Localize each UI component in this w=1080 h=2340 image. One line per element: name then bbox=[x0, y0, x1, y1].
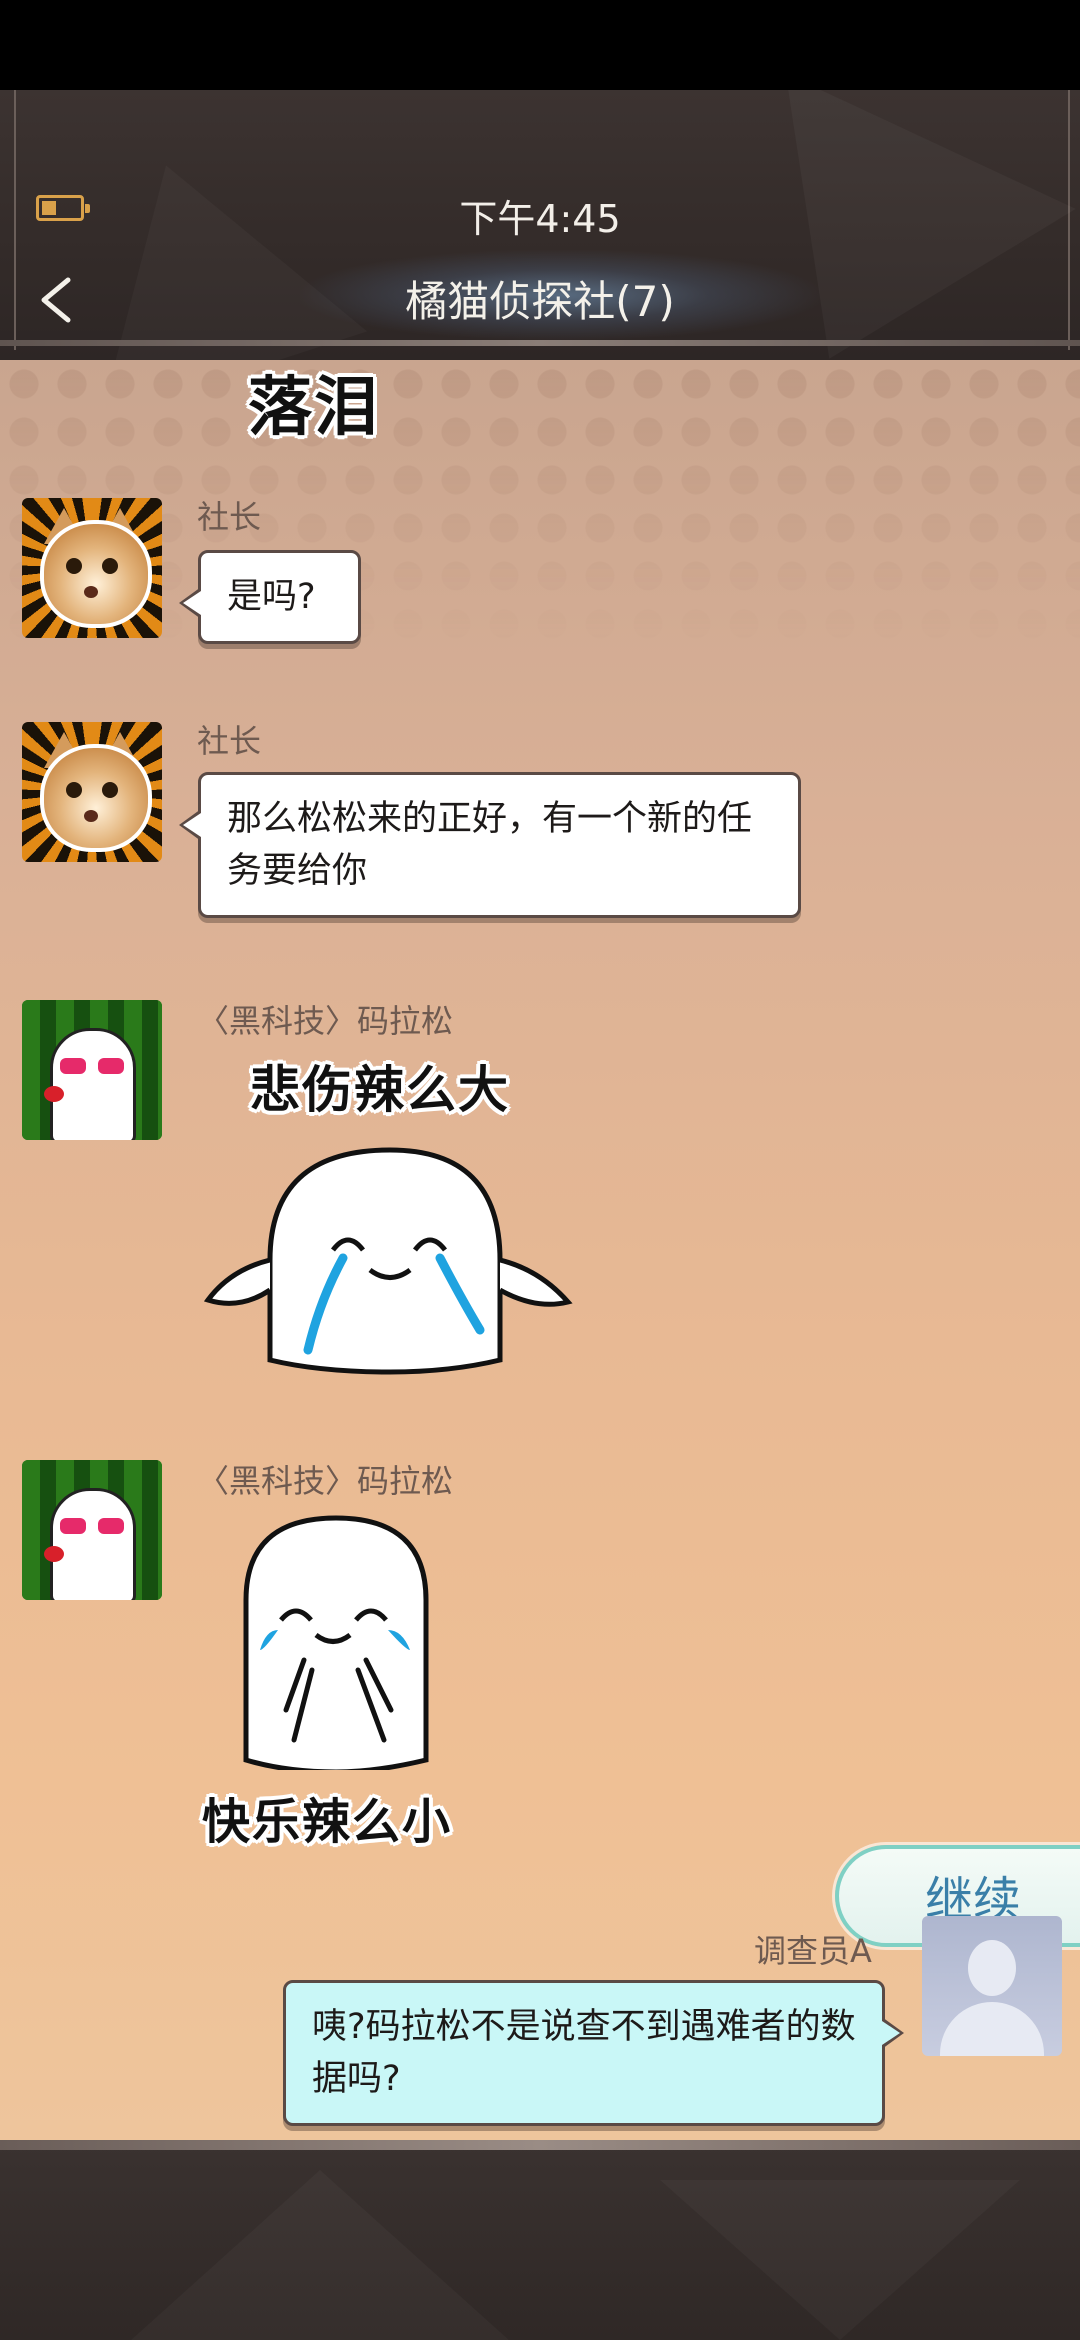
cat-face bbox=[40, 744, 152, 852]
footer-decoration bbox=[660, 2180, 1020, 2340]
bubble-tail bbox=[882, 2017, 904, 2049]
cat-mouth bbox=[84, 586, 98, 598]
sender-name: 〈黑科技〉码拉松 bbox=[197, 1002, 454, 1040]
cat-eye bbox=[102, 558, 118, 574]
ghost-avatar[interactable] bbox=[22, 1460, 162, 1600]
avatar-torso bbox=[940, 2002, 1044, 2056]
sender-name: 社长 bbox=[197, 498, 262, 536]
crying-ghost-image bbox=[203, 1147, 573, 1375]
ghost-body bbox=[50, 1488, 136, 1600]
back-chevron-icon[interactable] bbox=[30, 270, 90, 330]
message-bubble[interactable]: 是吗? bbox=[179, 550, 361, 644]
ghost-body bbox=[50, 1028, 136, 1140]
message-bubble[interactable]: 那么松松来的正好，有一个新的任务要给你 bbox=[179, 772, 801, 918]
ghost-sad-sticker[interactable]: 悲伤辣么大 bbox=[200, 1050, 580, 1400]
sender-name: 社长 bbox=[197, 722, 262, 760]
cat-eye bbox=[66, 782, 82, 798]
lips bbox=[44, 1086, 64, 1102]
cat-face bbox=[40, 520, 152, 628]
cat-eye bbox=[102, 782, 118, 798]
message-text: 那么松松来的正好，有一个新的任务要给你 bbox=[227, 799, 753, 891]
sunglasses bbox=[60, 1518, 124, 1534]
sticker-caption: 落泪 bbox=[248, 371, 380, 445]
ghost-happy-sticker[interactable]: 快乐辣么小 bbox=[200, 1510, 500, 1850]
cat-eye bbox=[66, 558, 82, 574]
default-user-avatar[interactable] bbox=[922, 1916, 1062, 2056]
cat-avatar[interactable] bbox=[22, 498, 162, 638]
header-divider bbox=[0, 340, 1080, 346]
chat-area[interactable]: 落泪 社长 是吗? 社长 那么松松来的正好，有一个新的任务要给你 〈黑科技〉码拉… bbox=[0, 360, 1080, 2140]
cat-mouth bbox=[84, 810, 98, 822]
bubble-tail bbox=[179, 809, 201, 841]
message-text: 是吗? bbox=[227, 577, 316, 617]
lips bbox=[44, 1546, 64, 1562]
sticker-caption: 快乐辣么小 bbox=[202, 1794, 453, 1850]
ghost-avatar[interactable] bbox=[22, 1000, 162, 1140]
chat-header: 下午4:45 橘猫侦探社(7) bbox=[0, 90, 1080, 360]
avatar-head bbox=[968, 1940, 1016, 1996]
laughing-ghost-image bbox=[243, 1515, 429, 1770]
top-black-strip bbox=[0, 0, 1080, 90]
page-title: 橘猫侦探社(7) bbox=[405, 277, 675, 326]
footer-decoration bbox=[120, 2170, 520, 2340]
status-time: 下午4:45 bbox=[459, 197, 621, 241]
my-message-bubble[interactable]: 咦?码拉松不是说查不到遇难者的数据吗? bbox=[283, 1980, 904, 2126]
cat-avatar[interactable] bbox=[22, 722, 162, 862]
message-text: 咦?码拉松不是说查不到遇难者的数据吗? bbox=[312, 2007, 856, 2099]
bubble-tail bbox=[179, 587, 201, 619]
sunglasses bbox=[60, 1058, 124, 1074]
sender-name: 〈黑科技〉码拉松 bbox=[197, 1462, 454, 1500]
bottom-bar bbox=[0, 2140, 1080, 2340]
background-pattern bbox=[0, 360, 1080, 660]
footer-divider bbox=[0, 2140, 1080, 2150]
sender-name: 调查员A bbox=[754, 1932, 872, 1970]
